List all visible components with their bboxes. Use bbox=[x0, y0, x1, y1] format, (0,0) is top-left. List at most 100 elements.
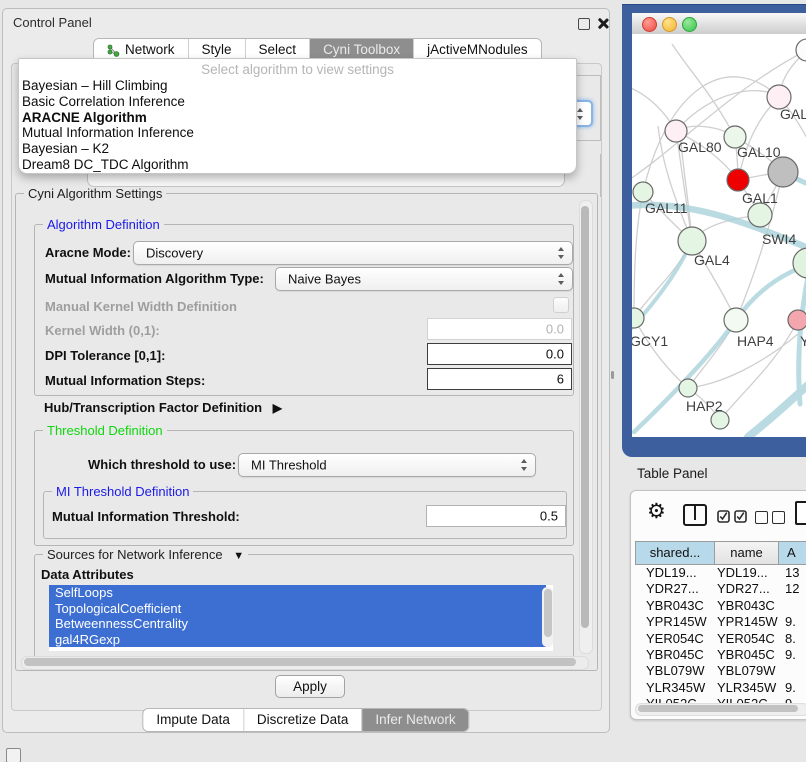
cyni-bottom-tabbar: Impute Data Discretize Data Infer Network bbox=[142, 708, 469, 732]
table-row[interactable]: YDL19...YDL19...13 bbox=[635, 565, 806, 581]
mi-type-combobox[interactable]: Naive Bayes bbox=[275, 267, 573, 291]
table-header: shared...nameA bbox=[635, 541, 806, 565]
column-header-a[interactable]: A bbox=[779, 541, 806, 565]
deselect-columns-icon[interactable] bbox=[772, 511, 785, 524]
network-node[interactable] bbox=[768, 157, 798, 187]
network-node-label-y: Y bbox=[800, 333, 806, 349]
algorithm-popup-prompt: Select algorithm to view settings bbox=[19, 61, 576, 78]
gear-icon[interactable]: ⚙ bbox=[647, 500, 666, 524]
export-table-icon[interactable] bbox=[795, 501, 806, 525]
tab-infer-network-label: Infer Network bbox=[375, 709, 455, 731]
algorithm-menu-item-aracne-algorithm[interactable]: ARACNE Algorithm bbox=[19, 110, 576, 126]
attributes-scrollbar-thumb[interactable] bbox=[544, 589, 552, 637]
threshold-definition-group: Threshold Definition Which threshold to … bbox=[34, 430, 574, 546]
control-panel-window: Control Panel NetworkStyleSelectCyni Too… bbox=[2, 8, 610, 733]
column-header-name[interactable]: name bbox=[715, 541, 779, 565]
attribute-item-betweennesscentrality[interactable]: BetweennessCentrality bbox=[49, 616, 546, 632]
hub-definition-expander[interactable]: Hub/Transcription Factor Definition ▶ bbox=[44, 400, 282, 415]
aracne-mode-combobox[interactable]: Discovery bbox=[133, 241, 573, 265]
network-node-hap2[interactable] bbox=[679, 379, 697, 397]
tab-impute-data[interactable]: Impute Data bbox=[143, 709, 243, 731]
zoom-traffic-light-icon[interactable] bbox=[682, 17, 697, 32]
algorithm-dropdown-popup: Select algorithm to view settings Bayesi… bbox=[18, 58, 577, 174]
hub-definition-label: Hub/Transcription Factor Definition bbox=[44, 400, 262, 415]
table-row[interactable]: YLR345WYLR345W9. bbox=[635, 680, 806, 696]
attributes-scrollbar[interactable] bbox=[542, 587, 553, 647]
network-node-hap4[interactable] bbox=[724, 308, 748, 332]
columns-icon[interactable] bbox=[683, 504, 707, 526]
table-hscroll-thumb[interactable] bbox=[638, 705, 798, 712]
dpi-tolerance-label: DPI Tolerance [0,1]: bbox=[45, 348, 165, 363]
algorithm-menu-item-mutual-information-inference[interactable]: Mutual Information Inference bbox=[19, 125, 576, 141]
network-node-label-swi4: SWI4 bbox=[762, 231, 796, 247]
combo-arrows-icon bbox=[577, 108, 584, 120]
tab-infer-network[interactable]: Infer Network bbox=[361, 709, 468, 731]
panel-divider-handle[interactable] bbox=[611, 371, 614, 379]
network-node-label-hap2: HAP2 bbox=[686, 398, 723, 414]
kernel-width-field[interactable]: 0.0 bbox=[427, 318, 572, 340]
network-node-label-gal11: GAL11 bbox=[645, 200, 688, 216]
network-node[interactable] bbox=[796, 39, 806, 61]
network-node-gal11[interactable] bbox=[633, 182, 653, 202]
table-row[interactable]: YBR043CYBR043C bbox=[635, 598, 806, 614]
close-traffic-light-icon[interactable] bbox=[642, 17, 657, 32]
table-panel-title: Table Panel bbox=[637, 466, 708, 481]
dpi-tolerance-field[interactable]: 0.0 bbox=[427, 343, 572, 365]
tab-impute-data-label: Impute Data bbox=[156, 709, 230, 731]
mi-threshold-field[interactable]: 0.5 bbox=[426, 505, 566, 527]
mi-steps-field[interactable]: 6 bbox=[427, 368, 572, 390]
table-cell: YBL079W bbox=[715, 663, 779, 679]
table-row[interactable]: YDR27...YDR27...12 bbox=[635, 581, 806, 597]
network-node-label-gcy1: GCY1 bbox=[632, 333, 668, 349]
settings-vertical-scrollbar[interactable] bbox=[579, 200, 593, 654]
settings-hscroll-thumb[interactable] bbox=[24, 658, 576, 666]
expand-arrow-icon[interactable]: ▶ bbox=[273, 401, 282, 415]
network-canvas[interactable]: GALGAL80GAL10GAL1GAL11SWI4GAL4GCY1HAP4YH… bbox=[632, 34, 806, 437]
select-all-columns-icon[interactable] bbox=[717, 509, 749, 523]
network-node-gal1[interactable] bbox=[748, 203, 772, 227]
close-icon[interactable] bbox=[597, 18, 608, 29]
algorithm-menu-item-bayesian-k2[interactable]: Bayesian – K2 bbox=[19, 141, 576, 157]
attribute-item-selfloops[interactable]: SelfLoops bbox=[49, 585, 546, 601]
network-window-titlebar[interactable] bbox=[632, 13, 806, 35]
table-cell: YLR345W bbox=[715, 680, 779, 696]
column-header-shared[interactable]: shared... bbox=[635, 541, 715, 565]
network-node-gal4[interactable] bbox=[678, 227, 706, 255]
network-node-y[interactable] bbox=[788, 310, 806, 330]
algorithm-menu-item-bayesian-hill-climbing[interactable]: Bayesian – Hill Climbing bbox=[19, 78, 576, 94]
table-row[interactable]: YBR045CYBR045C9. bbox=[635, 647, 806, 663]
screen: Control Panel NetworkStyleSelectCyni Too… bbox=[0, 0, 806, 762]
algorithm-menu-item-basic-correlation-inference[interactable]: Basic Correlation Inference bbox=[19, 94, 576, 110]
table-cell: YER054C bbox=[715, 631, 779, 647]
table-panel: ⚙ shared...nameA YDL19...YDL19...13YDR27… bbox=[630, 490, 806, 720]
which-threshold-combobox[interactable]: MI Threshold bbox=[238, 453, 536, 477]
algorithm-menu-item-dream8-dc-tdc-algorithm[interactable]: Dream8 DC_TDC Algorithm bbox=[19, 157, 576, 173]
network-node-label-hap4: HAP4 bbox=[737, 333, 774, 349]
tab-discretize-data[interactable]: Discretize Data bbox=[243, 709, 362, 731]
table-horizontal-scrollbar[interactable] bbox=[635, 703, 806, 716]
apply-button[interactable]: Apply bbox=[275, 675, 345, 698]
network-node-label-gal4: GAL4 bbox=[694, 252, 730, 268]
network-node-gcy1[interactable] bbox=[632, 308, 644, 328]
algorithm-definition-group: Algorithm Definition Aracne Mode: Discov… bbox=[34, 224, 574, 396]
collapse-arrow-icon[interactable]: ▼ bbox=[233, 550, 244, 562]
attribute-item-topologicalcoefficient[interactable]: TopologicalCoefficient bbox=[49, 601, 546, 617]
minimize-traffic-light-icon[interactable] bbox=[662, 17, 677, 32]
table-row[interactable]: YER054CYER054C8. bbox=[635, 631, 806, 647]
combo-arrows-icon bbox=[558, 247, 565, 259]
settings-vscroll-thumb[interactable] bbox=[581, 206, 589, 628]
mi-threshold-definition-group: MI Threshold Definition Mutual Informati… bbox=[43, 491, 567, 539]
network-node[interactable] bbox=[727, 169, 749, 191]
attribute-item-gal4rgexp[interactable]: gal4RGexp bbox=[49, 632, 546, 648]
network-node-swi4[interactable] bbox=[793, 248, 806, 278]
table-row[interactable]: YPR145WYPR145W9. bbox=[635, 614, 806, 630]
manual-kernel-width-checkbox[interactable] bbox=[553, 297, 569, 313]
network-node-label-gal80: GAL80 bbox=[678, 139, 722, 155]
table-cell: YBR043C bbox=[635, 598, 715, 614]
deselect-columns-icon[interactable] bbox=[755, 511, 768, 524]
settings-group-title: Cyni Algorithm Settings bbox=[24, 186, 166, 201]
float-window-icon[interactable] bbox=[578, 18, 590, 30]
mini-panel-icon[interactable] bbox=[6, 748, 21, 762]
table-row[interactable]: YBL079WYBL079W bbox=[635, 663, 806, 679]
settings-horizontal-scrollbar[interactable] bbox=[21, 656, 589, 670]
